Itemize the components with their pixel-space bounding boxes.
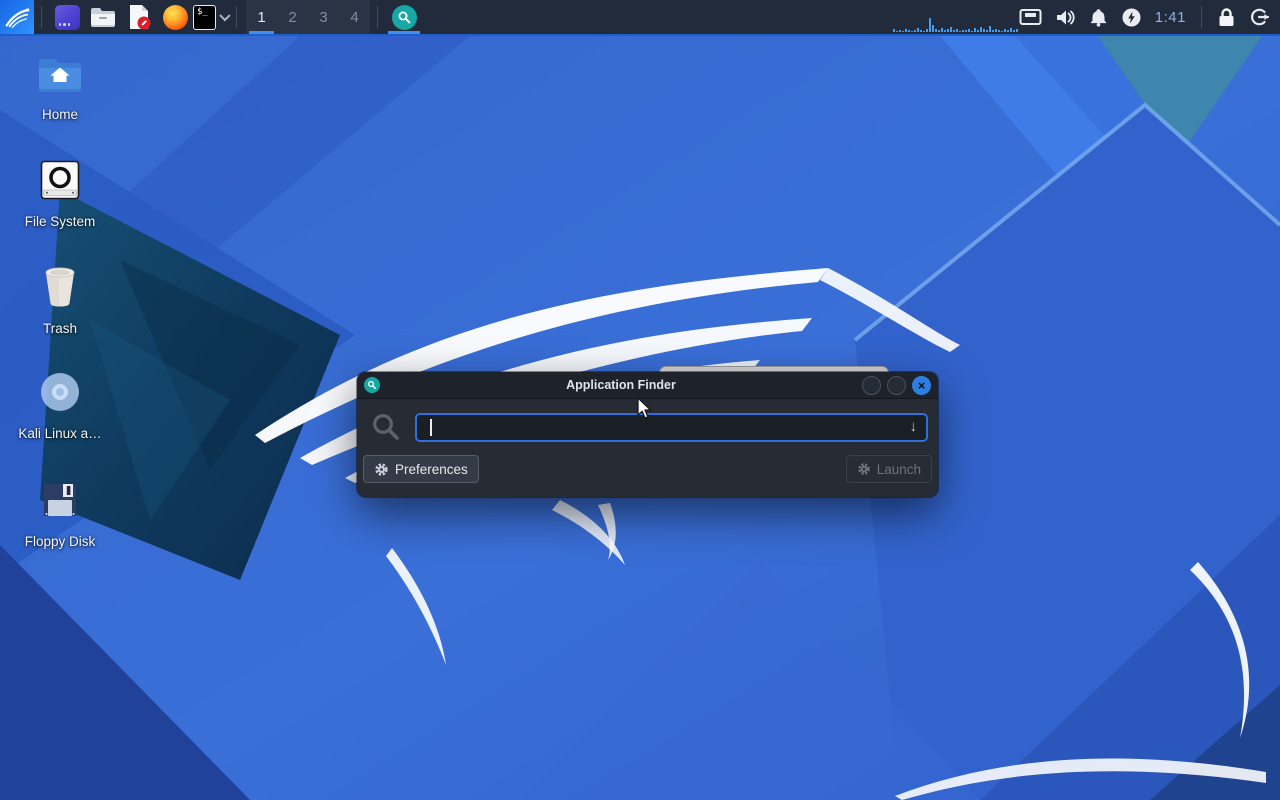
- workspace-switcher: 1 2 3 4: [246, 0, 370, 34]
- window-app-icon: [54, 4, 80, 30]
- desktop-icon-label: File System: [24, 214, 96, 229]
- logout-icon[interactable]: [1250, 7, 1270, 27]
- desktop-icon-label: Trash: [42, 321, 77, 336]
- cpu-graph[interactable]: [893, 18, 1021, 32]
- dropdown-arrow-icon[interactable]: ↓: [910, 418, 918, 435]
- desktop-icon-filesystem[interactable]: File System: [12, 160, 108, 230]
- disc-icon: [41, 373, 79, 411]
- preferences-button[interactable]: Preferences: [363, 455, 479, 483]
- gear-icon: [375, 462, 388, 476]
- launcher-firefox[interactable]: [157, 0, 193, 34]
- launch-gear-icon: [857, 463, 870, 475]
- trash-icon: [45, 267, 75, 307]
- minimize-button[interactable]: [862, 375, 881, 395]
- firefox-icon: [162, 4, 188, 30]
- volume-icon[interactable]: [1056, 9, 1075, 26]
- terminal-icon: $_: [193, 4, 217, 30]
- workspace-2[interactable]: 2: [277, 0, 308, 34]
- search-icon: [373, 414, 399, 440]
- launcher-terminal[interactable]: $_: [193, 0, 231, 34]
- launcher-text-editor[interactable]: [121, 0, 157, 34]
- panel-separator: [236, 6, 237, 28]
- panel-status-area: 1:41: [1019, 6, 1280, 28]
- desktop-icon-home[interactable]: Home: [12, 55, 108, 123]
- workspace-1[interactable]: 1: [246, 0, 277, 34]
- panel-separator: [1201, 6, 1202, 28]
- text-editor-icon: [130, 5, 151, 30]
- chevron-down-icon[interactable]: [219, 10, 231, 22]
- floppy-icon: [44, 484, 76, 516]
- mouse-cursor: [637, 397, 652, 419]
- appfinder-window-icon: [364, 377, 380, 393]
- folder-icon: [91, 8, 115, 27]
- launch-label: Launch: [876, 461, 921, 477]
- launcher-file-manager[interactable]: [85, 0, 121, 34]
- drive-icon: [40, 160, 80, 200]
- titlebar[interactable]: Application Finder ×: [357, 372, 938, 399]
- launcher-window-app[interactable]: [49, 0, 85, 34]
- desktop-icon-label: Floppy Disk: [24, 534, 96, 549]
- desktop-icon-label: Home: [41, 107, 78, 122]
- clock[interactable]: 1:41: [1155, 9, 1186, 26]
- appfinder-taskbar-button[interactable]: [385, 0, 423, 34]
- application-finder-window: Application Finder × ↓ Preferences Launc…: [357, 372, 938, 497]
- search-input[interactable]: [417, 419, 926, 435]
- desktop-icon-label: Kali Linux a…: [18, 426, 102, 441]
- workspace-4[interactable]: 4: [339, 0, 370, 34]
- workspace-3[interactable]: 3: [308, 0, 339, 34]
- close-button[interactable]: ×: [912, 375, 931, 395]
- power-icon[interactable]: [1122, 8, 1141, 27]
- desktop-icon-floppy[interactable]: Floppy Disk: [12, 480, 108, 550]
- panel-separator: [377, 6, 378, 28]
- desktop-icon-kali-cd[interactable]: Kali Linux a…: [12, 372, 108, 442]
- text-caret: [430, 418, 432, 436]
- kali-menu-button[interactable]: [0, 0, 34, 34]
- top-panel: $_ 1 2 3 4 1:41: [0, 0, 1280, 36]
- maximize-button[interactable]: [887, 375, 906, 395]
- network-icon[interactable]: [1019, 8, 1042, 26]
- appfinder-icon: [391, 4, 417, 30]
- desktop-icon-trash[interactable]: Trash: [12, 265, 108, 337]
- launch-button[interactable]: Launch: [845, 455, 932, 483]
- home-folder-icon: [39, 59, 81, 92]
- kali-dragon-icon: [5, 8, 30, 28]
- search-field-frame: ↓: [415, 412, 928, 442]
- window-title: Application Finder: [566, 378, 676, 392]
- preferences-label: Preferences: [395, 461, 468, 477]
- bell-icon[interactable]: [1089, 8, 1108, 27]
- panel-separator: [41, 6, 42, 28]
- lock-icon[interactable]: [1217, 7, 1236, 27]
